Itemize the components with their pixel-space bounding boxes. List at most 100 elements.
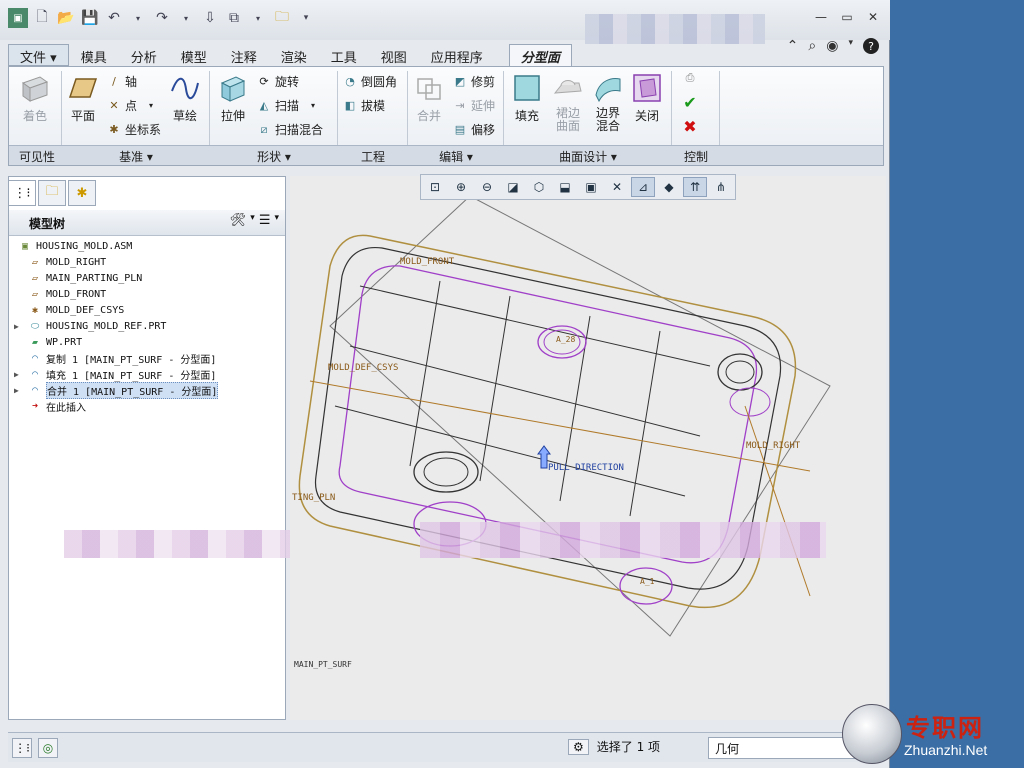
skirt-surface-button[interactable]: 裙边曲面 (549, 73, 587, 133)
chevron-down-icon[interactable]: ▾ (250, 213, 255, 228)
pause-button[interactable]: ⎙ (683, 71, 697, 85)
tree-item[interactable]: ▶ ◠ 填充 1 [MAIN_PT_SURF - 分型面] (14, 366, 284, 382)
folder-browser-tab-icon[interactable]: 🗀 (38, 180, 66, 206)
group-engineering[interactable]: 工程 (339, 148, 407, 165)
datum-display-icon[interactable]: ✕ (605, 177, 629, 197)
group-surface-design[interactable]: 曲面设计 ▾ (505, 148, 671, 165)
saved-orientations-icon[interactable]: ⬓ (553, 177, 577, 197)
plane-button[interactable]: 平面 (65, 73, 101, 124)
extend-button[interactable]: ⇥ 延伸 (453, 97, 495, 114)
tree-item[interactable]: ▱ MOLD_FRONT (14, 286, 284, 302)
fill-button[interactable]: 填充 (509, 73, 545, 124)
view-manager-icon[interactable]: ▣ (579, 177, 603, 197)
favorites-tab-icon[interactable]: ✱ (68, 180, 96, 206)
sweep-button[interactable]: ◭ 扫描 ▾ (257, 97, 315, 114)
tree-item[interactable]: ▶ ⬭ HOUSING_MOLD_REF.PRT (14, 318, 284, 334)
extrude-button[interactable]: 拉伸 (215, 73, 251, 124)
axis-button[interactable]: / 轴 (107, 73, 137, 90)
blurred-overlay-left (64, 530, 290, 558)
group-shapes[interactable]: 形状 ▾ (211, 148, 337, 165)
redo-icon[interactable]: ↷ (152, 8, 172, 28)
chevron-down-icon[interactable]: ▾ (248, 8, 268, 28)
tree-show-icon[interactable]: ☰ (259, 213, 271, 228)
tab-analysis[interactable]: 分析 (119, 44, 169, 66)
round-button[interactable]: ◔ 倒圆角 (343, 73, 397, 90)
skirt-surface-icon (553, 80, 582, 94)
tab-tools[interactable]: 工具 (319, 44, 369, 66)
ok-button[interactable]: ✔ (683, 93, 697, 112)
swept-blend-button[interactable]: ⧄ 扫描混合 (257, 121, 324, 138)
tab-render[interactable]: 渲染 (269, 44, 319, 66)
merge-button[interactable]: 合并 (411, 73, 447, 124)
boundary-blend-button[interactable]: 边界混合 (589, 73, 627, 133)
tree-item[interactable]: ▣ HOUSING_MOLD.ASM (4, 238, 284, 254)
tab-model[interactable]: 模型 (169, 44, 219, 66)
chevron-down-icon[interactable]: ▾ (176, 8, 196, 28)
close-window-folder-icon[interactable]: 🗀 (272, 8, 292, 28)
expand-arrow-icon[interactable]: ▶ (14, 370, 24, 379)
annotation-display-icon[interactable]: ⊿ (631, 177, 655, 197)
chevron-down-icon[interactable]: ▾ (311, 101, 315, 110)
group-editing[interactable]: 编辑 ▾ (409, 148, 503, 165)
zoom-out-icon[interactable]: ⊖ (475, 177, 499, 197)
close-icon[interactable]: ✕ (864, 8, 882, 26)
pull-direction-display-icon[interactable]: ⇈ (683, 177, 707, 197)
tree-item[interactable]: ▶ ◠ 合并 1 [MAIN_PT_SURF - 分型面] (14, 381, 284, 399)
tree-item[interactable]: ▰ WP.PRT (14, 334, 284, 350)
tree-item[interactable]: ▱ MAIN_PARTING_PLN (14, 270, 284, 286)
sketch-button[interactable]: 草绘 (167, 73, 203, 124)
chevron-down-icon[interactable]: ▾ (274, 213, 279, 228)
point-button[interactable]: ✕ 点 ▾ (107, 97, 153, 114)
expand-arrow-icon[interactable]: ▶ (14, 322, 24, 331)
maximize-icon[interactable]: ▭ (838, 8, 856, 26)
display-style-icon[interactable]: ⬡ (527, 177, 551, 197)
customize-toolbar-icon[interactable]: ▾ (296, 8, 316, 28)
community-icon[interactable]: ◉ (826, 38, 838, 54)
group-datum[interactable]: 基准 ▾ (63, 148, 209, 165)
help-icon[interactable]: ? (863, 38, 879, 54)
zoom-in-icon[interactable]: ⊕ (449, 177, 473, 197)
tab-annotate[interactable]: 注释 (219, 44, 269, 66)
new-file-icon[interactable]: 🗋 (32, 8, 52, 28)
refit-icon[interactable]: ⊡ (423, 177, 447, 197)
undo-icon[interactable]: ↶ (104, 8, 124, 28)
help-toolbar: ⌃ ⌕ ◉ ▾ ? (787, 38, 879, 54)
save-icon[interactable]: 💾 (80, 8, 100, 28)
tab-file[interactable]: 文件 ▾ (8, 44, 69, 66)
tree-item[interactable]: ➜ 在此插入 (14, 398, 284, 414)
chevron-down-icon[interactable]: ▾ (149, 101, 153, 110)
shading-button[interactable]: 着色 (15, 73, 55, 124)
tree-settings-icon[interactable]: 🛠 (230, 213, 247, 228)
offset-button[interactable]: ▤ 偏移 (453, 121, 495, 138)
toggle-navigator-icon[interactable]: ⋮⁝ (12, 738, 32, 758)
draft-button[interactable]: ◧ 拔模 (343, 97, 385, 114)
tree-item[interactable]: ◠ 复制 1 [MAIN_PT_SURF - 分型面] (14, 350, 284, 366)
minimize-icon[interactable]: — (812, 8, 830, 26)
tab-mold[interactable]: 模具 (69, 44, 119, 66)
revolve-button[interactable]: ⟳ 旋转 (257, 73, 299, 90)
model-tree-tab-icon[interactable]: ⋮⁝ (8, 180, 36, 206)
csys-button[interactable]: ✱ 坐标系 (107, 121, 161, 138)
windows-icon[interactable]: ⧉ (224, 8, 244, 28)
repaint-icon[interactable]: ◪ (501, 177, 525, 197)
tab-applications[interactable]: 应用程序 (419, 44, 495, 66)
regenerate-icon[interactable]: ⇩ (200, 8, 220, 28)
spin-center-icon[interactable]: ◆ (657, 177, 681, 197)
tree-item[interactable]: ▱ MOLD_RIGHT (14, 254, 284, 270)
tab-parting-surface[interactable]: 分型面 (508, 44, 572, 66)
tree-item[interactable]: ✱ MOLD_DEF_CSYS (14, 302, 284, 318)
close-surface-button[interactable]: 关闭 (629, 73, 665, 124)
collapse-ribbon-icon[interactable]: ⌃ (787, 38, 799, 54)
graphics-viewport[interactable]: MOLD_FRONT MOLD_DEF_CSYS A_28 PULL DIREC… (290, 176, 886, 720)
chevron-down-icon[interactable]: ▾ (848, 38, 853, 54)
tab-view[interactable]: 视图 (369, 44, 419, 66)
chevron-down-icon[interactable]: ▾ (128, 8, 148, 28)
selection-filter-icon[interactable]: ⚙ (568, 738, 589, 755)
search-icon[interactable]: ⌕ (808, 38, 816, 54)
trim-button[interactable]: ◩ 修剪 (453, 73, 495, 90)
cancel-button[interactable]: ✖ (683, 117, 697, 136)
open-folder-icon[interactable]: 📂 (56, 8, 76, 28)
expand-arrow-icon[interactable]: ▶ (14, 386, 24, 395)
point-display-icon[interactable]: ⋔ (709, 177, 733, 197)
toggle-browser-icon[interactable]: ◎ (38, 738, 58, 758)
